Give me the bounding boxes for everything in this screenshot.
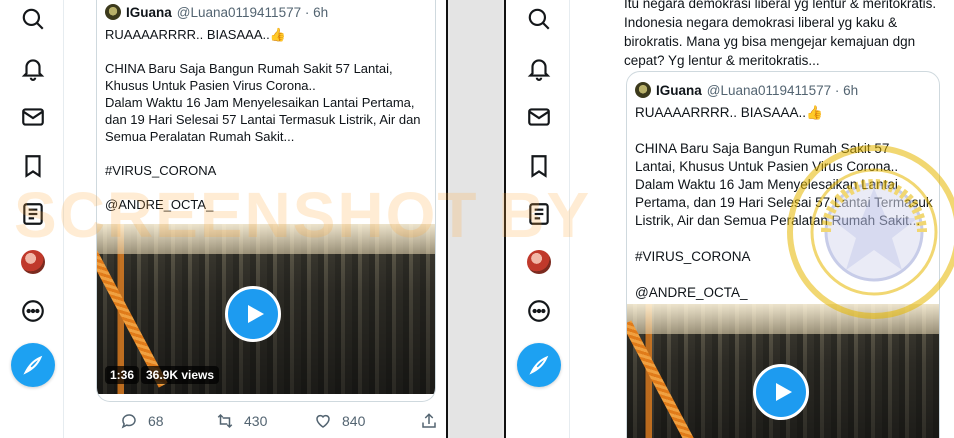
video-player[interactable]: 1:36 36.9K views	[97, 224, 435, 394]
mail-icon[interactable]	[526, 104, 552, 130]
heart-icon	[316, 414, 330, 428]
like-button[interactable]: 840	[314, 412, 420, 430]
quoted-tweet-card[interactable]: IGuana @Luana0119411577 · 6h RUAAAARRRR.…	[626, 71, 940, 438]
quoted-tweet-header: IGuana @Luana0119411577 · 6h	[105, 4, 328, 20]
list-icon[interactable]	[20, 201, 46, 227]
quoted-author-name[interactable]: IGuana	[126, 5, 172, 20]
quoted-author-handle: @Luana0119411577 · 6h	[706, 82, 859, 98]
video-duration: 1:36	[105, 366, 140, 384]
video-player[interactable]	[627, 304, 939, 438]
reply-icon	[121, 414, 136, 429]
quoted-author-handle: @Luana0119411577 · 6h	[176, 4, 329, 20]
bookmark-icon[interactable]	[20, 153, 46, 179]
list-icon[interactable]	[526, 201, 552, 227]
quoted-tweet-text: RUAAAARRRR.. BIASAAA..👍 CHINA Baru Saja …	[635, 105, 933, 300]
tweet-actions: 68 430 840	[120, 412, 438, 430]
right-screenshot: Itu negara demokrasi liberal yg lentur &…	[504, 0, 954, 438]
quoted-tweet-header: IGuana @Luana0119411577 · 6h	[635, 82, 858, 98]
tweet-detail: Itu negara demokrasi liberal yg lentur &…	[570, 0, 954, 438]
video-views: 36.9K views	[141, 366, 220, 384]
compose-icon	[529, 355, 549, 375]
nav-sidebar	[0, 0, 64, 438]
retweet-button[interactable]: 430	[216, 412, 314, 430]
compose-tweet-button[interactable]	[517, 343, 561, 387]
more-icon[interactable]	[526, 298, 552, 324]
compose-tweet-button[interactable]	[11, 343, 55, 387]
video-frame-ground	[627, 304, 939, 334]
mail-icon[interactable]	[20, 104, 46, 130]
video-frame-crane	[627, 320, 702, 438]
avatar[interactable]	[21, 250, 45, 274]
left-screenshot: IGuana @Luana0119411577 · 6h RUAAAARRRR.…	[0, 0, 448, 438]
search-icon[interactable]	[20, 6, 46, 32]
tweet-body-text: Itu negara demokrasi liberal yg lentur &…	[624, 0, 937, 68]
play-button[interactable]	[753, 364, 809, 420]
nav-sidebar	[506, 0, 570, 438]
reply-button[interactable]: 68	[120, 412, 216, 430]
play-icon	[248, 305, 264, 323]
quoted-author-avatar	[635, 82, 651, 98]
quoted-tweet-card[interactable]: IGuana @Luana0119411577 · 6h RUAAAARRRR.…	[96, 0, 436, 402]
search-icon[interactable]	[526, 6, 552, 32]
retweet-count: 430	[244, 413, 268, 429]
reply-count: 68	[148, 413, 164, 429]
more-icon[interactable]	[20, 298, 46, 324]
avatar[interactable]	[527, 250, 551, 274]
quoted-tweet-text: RUAAAARRRR.. BIASAAA..👍 CHINA Baru Saja …	[105, 27, 421, 212]
share-icon	[422, 413, 436, 428]
share-button[interactable]	[420, 412, 438, 430]
bell-icon[interactable]	[526, 55, 552, 81]
quoted-author-name[interactable]: IGuana	[656, 83, 702, 98]
video-frame-ground	[97, 224, 435, 254]
timeline: IGuana @Luana0119411577 · 6h RUAAAARRRR.…	[64, 0, 446, 438]
like-count: 840	[342, 413, 366, 429]
bookmark-icon[interactable]	[526, 153, 552, 179]
play-icon	[776, 383, 792, 401]
quoted-author-avatar	[105, 4, 121, 20]
bell-icon[interactable]	[20, 55, 46, 81]
play-button[interactable]	[225, 286, 281, 342]
retweet-icon	[217, 413, 233, 429]
compose-icon	[23, 355, 43, 375]
panel-gap	[450, 0, 502, 438]
